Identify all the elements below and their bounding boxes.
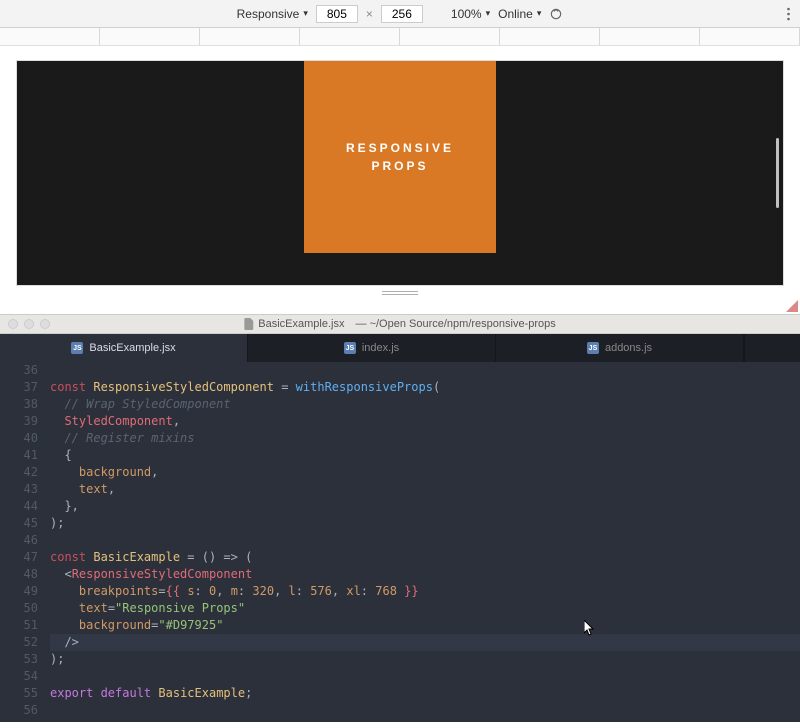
traffic-lights[interactable] xyxy=(8,319,50,329)
preview-pane: RESPONSIVEPROPS xyxy=(0,46,800,314)
resize-corner-icon[interactable] xyxy=(786,300,798,312)
preview-viewport[interactable]: RESPONSIVEPROPS xyxy=(16,60,784,286)
code-body[interactable]: const ResponsiveStyledComponent = withRe… xyxy=(50,362,800,722)
resize-handle[interactable] xyxy=(16,286,784,300)
minimize-icon[interactable] xyxy=(24,319,34,329)
more-options-icon[interactable] xyxy=(787,7,790,21)
editor-tabs: JSBasicExample.jsx JSindex.js JSaddons.j… xyxy=(0,334,800,362)
rotate-icon[interactable] xyxy=(549,7,563,21)
device-mode-dropdown[interactable]: Responsive xyxy=(237,7,308,21)
dimension-separator: × xyxy=(366,7,373,21)
js-icon: JS xyxy=(587,342,599,354)
editor-titlebar: BasicExample.jsx — ~/Open Source/npm/res… xyxy=(0,314,800,334)
tab-addons[interactable]: JSaddons.js xyxy=(496,334,744,362)
jsx-icon: JS xyxy=(71,342,83,354)
tab-index[interactable]: JSindex.js xyxy=(248,334,496,362)
zoom-dropdown[interactable]: 100% xyxy=(451,7,490,21)
breakpoint-ruler xyxy=(0,28,800,46)
preview-component: RESPONSIVEPROPS xyxy=(304,61,496,253)
maximize-icon[interactable] xyxy=(40,319,50,329)
viewport-height-input[interactable] xyxy=(381,5,423,23)
js-icon: JS xyxy=(344,342,356,354)
window-title: BasicExample.jsx — ~/Open Source/npm/res… xyxy=(244,318,556,330)
scrollbar-thumb[interactable] xyxy=(776,138,779,208)
tab-basicexample[interactable]: JSBasicExample.jsx xyxy=(0,334,248,362)
code-editor[interactable]: 3637383940414243444546474849505152535455… xyxy=(0,362,800,722)
line-gutter: 3637383940414243444546474849505152535455… xyxy=(0,362,50,722)
network-dropdown[interactable]: Online xyxy=(498,7,541,21)
devtools-toolbar: Responsive × 100% Online xyxy=(0,0,800,28)
close-icon[interactable] xyxy=(8,319,18,329)
tab-overflow xyxy=(744,334,800,362)
file-icon xyxy=(244,318,254,330)
editor-window: BasicExample.jsx — ~/Open Source/npm/res… xyxy=(0,314,800,722)
viewport-width-input[interactable] xyxy=(316,5,358,23)
preview-text: RESPONSIVEPROPS xyxy=(346,139,454,175)
